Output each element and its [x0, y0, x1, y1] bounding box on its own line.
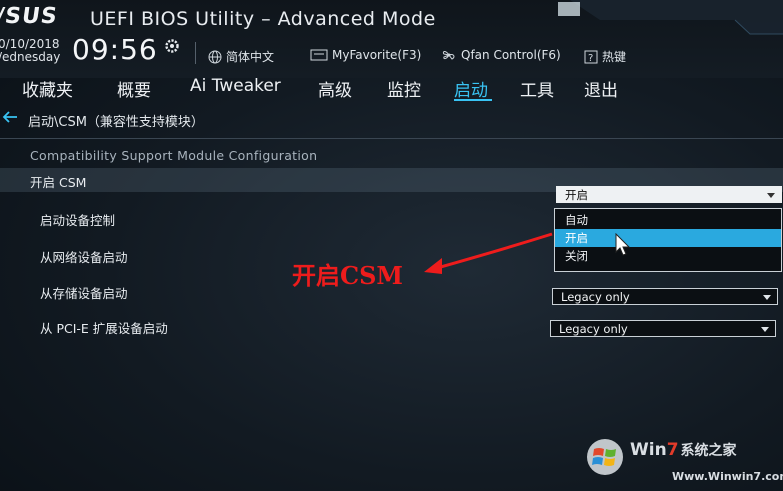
gear-icon[interactable]	[164, 38, 180, 54]
breadcrumb: 启动\CSM（兼容性支持模块）	[28, 115, 204, 130]
storage-boot-dropdown[interactable]: Legacy only	[552, 288, 778, 305]
option-enable[interactable]: 开启	[555, 229, 781, 247]
date-display: 0/10/2018 /ednesday	[0, 38, 60, 64]
brand-logo: /SUS	[0, 4, 60, 29]
watermark-seven: 7	[666, 440, 679, 460]
chevron-down-icon	[767, 193, 775, 198]
csm-dropdown-value: 开启	[565, 188, 588, 202]
svg-text:?: ?	[588, 53, 593, 64]
help-icon: ?	[584, 50, 598, 64]
csm-options-list: 自动 开启 关闭	[554, 208, 782, 272]
hotkeys-button[interactable]: ? 热键	[584, 48, 626, 65]
watermark-cn: 系统之家	[680, 443, 737, 459]
annotation-text: 开启CSM	[292, 261, 403, 290]
chevron-down-icon	[763, 295, 771, 300]
clock-display: 09:56	[72, 33, 158, 66]
active-tab-indicator	[454, 99, 492, 101]
section-title: Compatibility Support Module Configurati…	[30, 148, 318, 163]
tab-favorites[interactable]: 收藏夹	[22, 76, 73, 101]
fan-icon	[442, 51, 455, 60]
tab-monitor[interactable]: 监控	[387, 76, 421, 101]
tab-ai-tweaker[interactable]: Ai Tweaker	[190, 76, 281, 96]
option-auto[interactable]: 自动	[555, 211, 781, 229]
annotation-arrow-icon	[424, 232, 553, 274]
myfavorite-button[interactable]: MyFavorite(F3)	[310, 48, 421, 62]
pcie-boot-value: Legacy only	[559, 322, 628, 336]
setting-label-boot-device-control[interactable]: 启动设备控制	[40, 210, 115, 229]
app-title: UEFI BIOS Utility – Advanced Mode	[90, 8, 436, 30]
main-nav: 收藏夹 概要 Ai Tweaker 高级 监控 启动 工具 退出	[0, 72, 783, 116]
setting-label-csm: 开启 CSM	[30, 175, 87, 190]
chevron-down-icon	[761, 327, 769, 332]
pcie-boot-dropdown[interactable]: Legacy only	[550, 320, 776, 337]
divider	[0, 138, 783, 139]
myfavorite-label: MyFavorite(F3)	[332, 48, 422, 62]
windows-logo-icon	[587, 439, 623, 475]
mouse-cursor-icon	[615, 233, 631, 256]
tab-tools[interactable]: 工具	[520, 76, 554, 101]
weekday-text: /ednesday	[0, 50, 61, 64]
tab-overview[interactable]: 概要	[117, 76, 151, 101]
language-button[interactable]: 简体中文	[208, 48, 274, 65]
hotkeys-label: 热键	[602, 50, 627, 64]
tab-boot[interactable]: 启动	[454, 76, 488, 101]
tab-advanced[interactable]: 高级	[318, 76, 352, 101]
toolbar-divider	[195, 42, 196, 64]
option-disable[interactable]: 关闭	[555, 247, 781, 265]
watermark-url: Www.Winwin7.com	[672, 470, 783, 483]
setting-label-network-boot[interactable]: 从网络设备启动	[40, 247, 128, 266]
tab-exit[interactable]: 退出	[584, 76, 618, 101]
header-decoration	[558, 0, 783, 35]
watermark-win: Win	[630, 440, 667, 460]
favorite-icon	[310, 49, 328, 61]
qfan-button[interactable]: Qfan Control(F6)	[441, 48, 561, 62]
back-arrow-icon[interactable]	[2, 111, 18, 123]
storage-boot-value: Legacy only	[561, 290, 630, 304]
setting-label-pcie-boot[interactable]: 从 PCI-E 扩展设备启动	[40, 318, 168, 337]
language-label: 简体中文	[226, 50, 275, 64]
watermark-brand: Win7 系统之家	[630, 440, 737, 460]
setting-label-storage-boot[interactable]: 从存储设备启动	[40, 283, 128, 302]
globe-icon	[208, 50, 222, 63]
qfan-label: Qfan Control(F6)	[461, 48, 561, 62]
csm-dropdown[interactable]: 开启	[556, 186, 782, 203]
